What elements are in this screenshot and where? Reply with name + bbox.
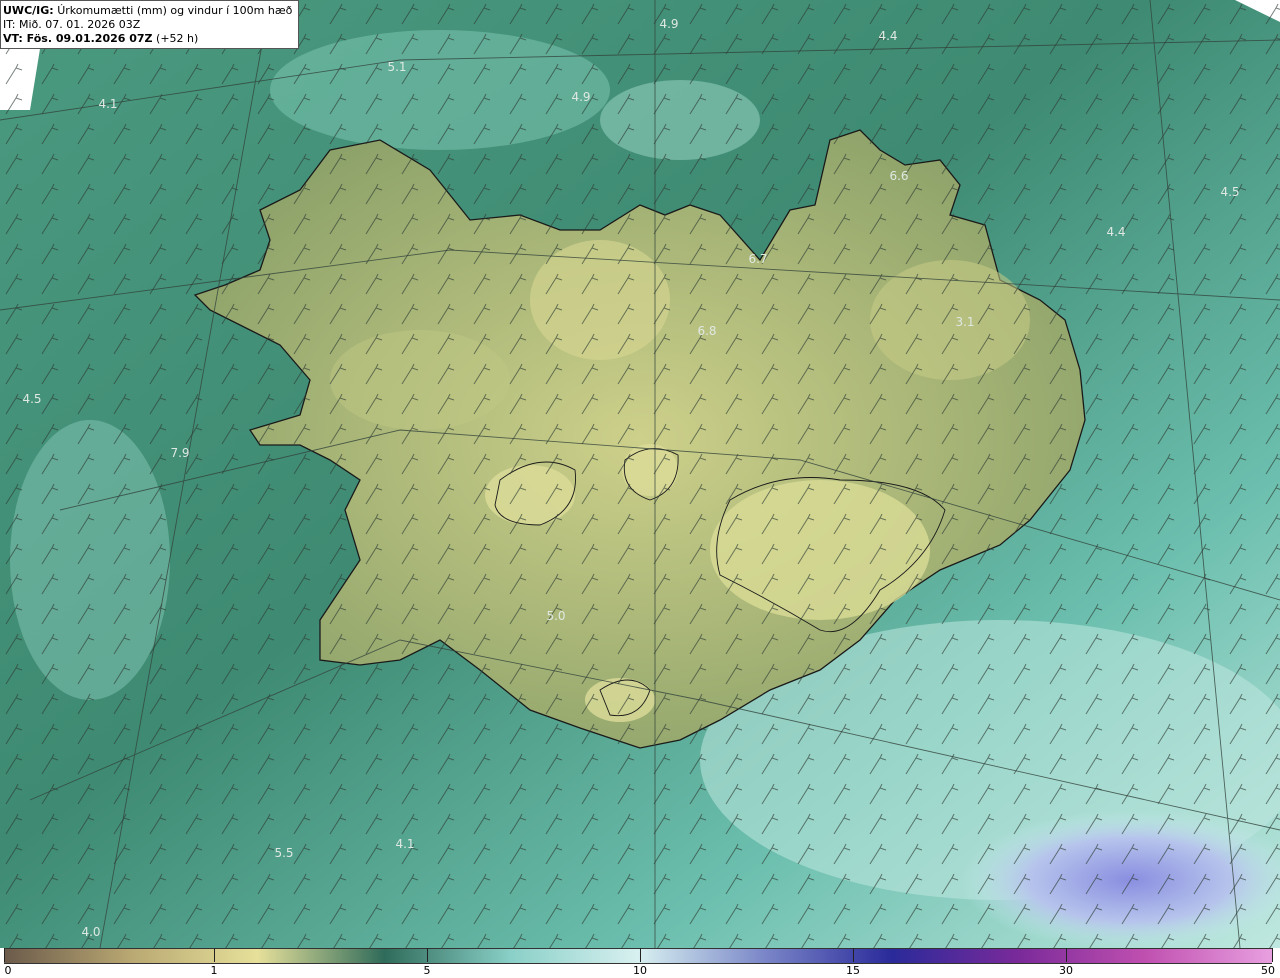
map-value-label: 4.0 [81, 925, 101, 939]
wind-barbs [0, 0, 1280, 948]
map-value-label: 4.5 [22, 392, 42, 406]
map-value-label: 5.0 [546, 609, 566, 623]
map-title: Úrkomumætti (mm) og vindur í 100m hæð [57, 4, 293, 17]
map-value-label: 4.4 [1106, 225, 1126, 239]
map-value-label: 6.6 [889, 169, 909, 183]
colorbar-tickmark [4, 948, 5, 962]
map-value-label: 5.5 [274, 846, 294, 860]
map-value-label: 4.1 [98, 97, 118, 111]
valid-time: VT: Fös. 09.01.2026 07Z [3, 32, 153, 45]
map-header: UWC/IG: Úrkomumætti (mm) og vindur í 100… [0, 0, 300, 49]
colorbar-tickmark [427, 948, 428, 962]
init-time: IT: Mið. 07. 01. 2026 03Z [3, 18, 141, 31]
map-value-label: 4.5 [1220, 185, 1240, 199]
map-value-label: 6.8 [697, 324, 717, 338]
map-value-label: 3.1 [955, 315, 975, 329]
colorbar-tickmark [1272, 948, 1273, 962]
colorbar-tick-label: 30 [1059, 964, 1073, 977]
colorbar-tickmark [640, 948, 641, 962]
colorbar-tickmark [214, 948, 215, 962]
colorbar-tickmark [1066, 948, 1067, 962]
map-value-label: 4.4 [878, 29, 898, 43]
map-value-label: 4.9 [659, 17, 679, 31]
colorbar-tick-label: 10 [633, 964, 647, 977]
weather-map [0, 0, 1280, 948]
colorbar-gradient [4, 948, 1272, 964]
map-value-label: 7.9 [170, 446, 190, 460]
model-name: UWC/IG: [3, 4, 54, 17]
header-line-1: UWC/IG: Úrkomumætti (mm) og vindur í 100… [3, 4, 292, 18]
forecast-lead: (+52 h) [156, 32, 199, 45]
header-line-3: VT: Fös. 09.01.2026 07Z (+52 h) [3, 32, 292, 46]
map-value-label: 4.1 [395, 837, 415, 851]
colorbar-tick-label: 15 [846, 964, 860, 977]
map-value-label: 6.7 [748, 252, 768, 266]
colorbar-tick-label: 1 [210, 964, 218, 977]
map-value-label: 5.1 [387, 60, 407, 74]
colorbar-tick-label: 0 [4, 964, 12, 977]
map-value-label: 4.9 [571, 90, 591, 104]
colorbar-tick-label: 50 [1261, 964, 1275, 977]
colorbar-tick-label: 5 [423, 964, 431, 977]
colorbar-tickmark [853, 948, 854, 962]
precipitation-colorbar: 0 1 5 10 15 30 50 [0, 948, 1280, 978]
